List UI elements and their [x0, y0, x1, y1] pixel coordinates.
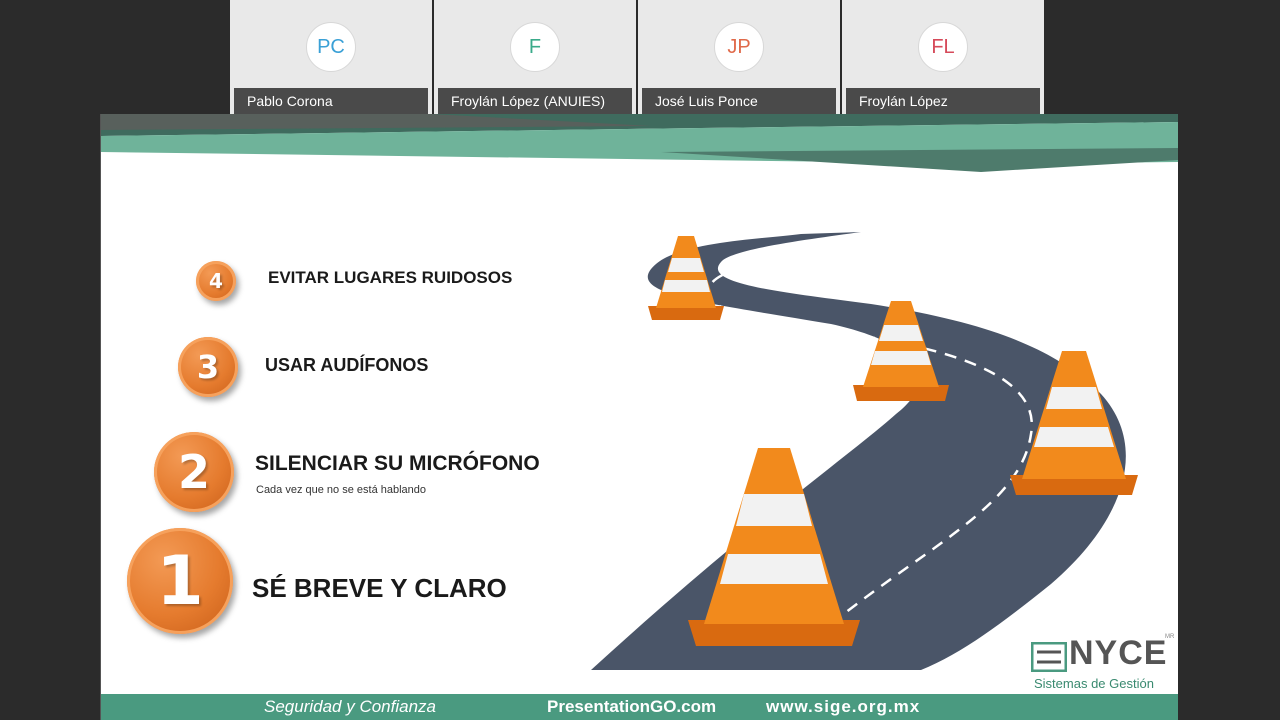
footer-url: www.sige.org.mx	[766, 697, 921, 716]
step-3-badge: 3	[178, 337, 238, 397]
participant-tile[interactable]: JP José Luis Ponce	[638, 0, 840, 114]
step-number: 4	[209, 269, 223, 293]
nyce-logo: NYCE MR Sistemas de Gestión	[1031, 634, 1175, 694]
avatar: FL	[918, 22, 968, 72]
slide-header-banner	[101, 114, 1178, 172]
avatar: F	[510, 22, 560, 72]
avatar: PC	[306, 22, 356, 72]
footer-source: PresentationGO.com	[547, 697, 717, 716]
avatar-initials: F	[528, 35, 542, 58]
step-4-label: EVITAR LUGARES RUIDOSOS	[268, 268, 513, 287]
step-1-badge: 1	[127, 528, 233, 634]
participant-name: Froylán López	[846, 88, 1040, 114]
step-2-badge: 2	[154, 432, 234, 512]
step-number: 1	[156, 541, 204, 621]
participant-strip: PC Pablo Corona F Froylán López (ANUIES)…	[230, 0, 1047, 114]
footer-tagline: Seguridad y Confianza	[264, 697, 437, 716]
step-1-label: SÉ BREVE Y CLARO	[252, 573, 507, 603]
avatar: JP	[714, 22, 764, 72]
participant-name: José Luis Ponce	[642, 88, 836, 114]
step-3-label: USAR AUDÍFONOS	[265, 355, 429, 375]
avatar-initials: PC	[317, 35, 345, 58]
step-2-label: SILENCIAR SU MICRÓFONO	[255, 452, 540, 475]
logo-name: NYCE	[1069, 634, 1168, 672]
avatar-initials: FL	[931, 35, 955, 58]
avatar-initials: JP	[727, 35, 751, 58]
step-2-sublabel: Cada vez que no se está hablando	[256, 484, 427, 496]
slide-footer: Seguridad y Confianza PresentationGO.com…	[101, 694, 1178, 720]
logo-subtitle: Sistemas de Gestión	[1034, 676, 1154, 691]
participant-tile[interactable]: PC Pablo Corona	[230, 0, 432, 114]
step-number: 3	[196, 348, 220, 386]
participant-tile[interactable]: FL Froylán López	[842, 0, 1044, 114]
logo-mark: MR	[1165, 634, 1175, 640]
participant-name: Froylán López (ANUIES)	[438, 88, 632, 114]
road-illustration	[591, 232, 1138, 670]
participant-tile[interactable]: F Froylán López (ANUIES)	[434, 0, 636, 114]
step-4-badge: 4	[196, 261, 236, 301]
nyce-logo-icon	[1031, 642, 1067, 672]
participant-name: Pablo Corona	[234, 88, 428, 114]
shared-slide: 4 EVITAR LUGARES RUIDOSOS 3 USAR AUDÍFON…	[100, 114, 1178, 720]
step-number: 2	[177, 445, 210, 499]
